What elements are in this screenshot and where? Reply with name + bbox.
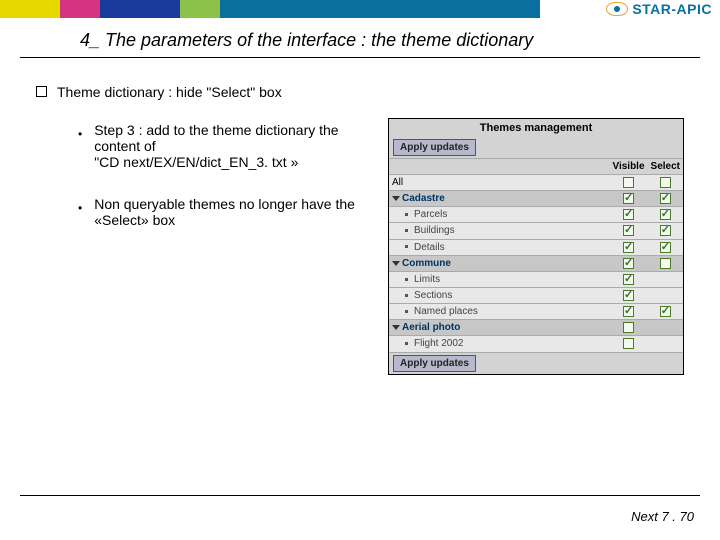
checkbox-theme-visible[interactable] <box>623 209 634 220</box>
themes-panel: Themes management Apply updates Visible … <box>388 118 684 375</box>
group-row[interactable]: Cadastre <box>389 191 683 207</box>
checkbox-theme-visible[interactable] <box>623 242 634 253</box>
checkbox-theme-visible[interactable] <box>623 306 634 317</box>
dot-icon <box>405 213 408 216</box>
theme-row: Named places <box>389 304 683 320</box>
dot-icon <box>405 245 408 248</box>
checkbox-group-select[interactable] <box>660 193 671 204</box>
sub-bullet-2-text: Non queryable themes no longer have the … <box>94 196 355 228</box>
row-all: All <box>389 175 683 191</box>
checkbox-all-select[interactable] <box>660 177 671 188</box>
top-color-bar: STAR-APIC <box>0 0 720 18</box>
theme-row: Parcels <box>389 207 683 223</box>
theme-row: Limits <box>389 271 683 287</box>
square-bullet-icon <box>36 86 47 97</box>
checkbox-theme-visible[interactable] <box>623 274 634 285</box>
col-select-header: Select <box>648 159 683 175</box>
checkbox-group-visible[interactable] <box>623 193 634 204</box>
chevron-down-icon <box>392 261 400 266</box>
checkbox-group-visible[interactable] <box>623 322 634 333</box>
checkbox-group-visible[interactable] <box>623 258 634 269</box>
sub-bullet-2: • Non queryable themes no longer have th… <box>78 196 376 228</box>
apply-updates-button-bottom[interactable]: Apply updates <box>393 355 476 372</box>
brand-text: STAR-APIC <box>632 1 712 17</box>
checkbox-theme-select[interactable] <box>660 306 671 317</box>
sub-bullet-1-line1: Step 3 : add to the theme dictionary the… <box>94 122 338 154</box>
slide-title: 4_ The parameters of the interface : the… <box>20 18 700 58</box>
theme-row: Sections <box>389 287 683 303</box>
eye-icon <box>606 2 628 16</box>
checkbox-theme-visible[interactable] <box>623 338 634 349</box>
dot-icon <box>405 342 408 345</box>
dot-icon <box>405 229 408 232</box>
chevron-down-icon <box>392 325 400 330</box>
group-row[interactable]: Aerial photo <box>389 320 683 336</box>
sub-bullet-1: • Step 3 : add to the theme dictionary t… <box>78 122 376 170</box>
dot-icon <box>405 278 408 281</box>
apply-updates-button-top[interactable]: Apply updates <box>393 139 476 156</box>
theme-row: Flight 2002 <box>389 336 683 352</box>
themes-table: Visible Select All CadastreParcelsBuildi… <box>389 158 683 353</box>
chevron-down-icon <box>392 196 400 201</box>
dot-icon <box>405 294 408 297</box>
checkbox-theme-select[interactable] <box>660 225 671 236</box>
dot-bullet-icon: • <box>78 201 82 228</box>
theme-row: Buildings <box>389 223 683 239</box>
brand-logo: STAR-APIC <box>606 1 712 17</box>
checkbox-theme-select[interactable] <box>660 209 671 220</box>
footer-text: Next 7 . 70 <box>631 509 694 524</box>
sub-bullet-1-line2: "CD next/EX/EN/dict_EN_3. txt » <box>94 154 298 170</box>
group-row[interactable]: Commune <box>389 255 683 271</box>
checkbox-all-visible[interactable] <box>623 177 634 188</box>
checkbox-theme-select[interactable] <box>660 242 671 253</box>
checkbox-theme-visible[interactable] <box>623 290 634 301</box>
checkbox-group-select[interactable] <box>660 258 671 269</box>
col-visible-header: Visible <box>609 159 647 175</box>
theme-row: Details <box>389 239 683 255</box>
panel-title: Themes management <box>389 119 683 137</box>
main-bullet: Theme dictionary : hide "Select" box <box>36 84 684 100</box>
row-all-label: All <box>389 175 609 191</box>
dot-bullet-icon: • <box>78 127 82 170</box>
checkbox-theme-visible[interactable] <box>623 225 634 236</box>
dot-icon <box>405 310 408 313</box>
main-bullet-text: Theme dictionary : hide "Select" box <box>57 84 282 100</box>
bottom-divider <box>20 495 700 496</box>
